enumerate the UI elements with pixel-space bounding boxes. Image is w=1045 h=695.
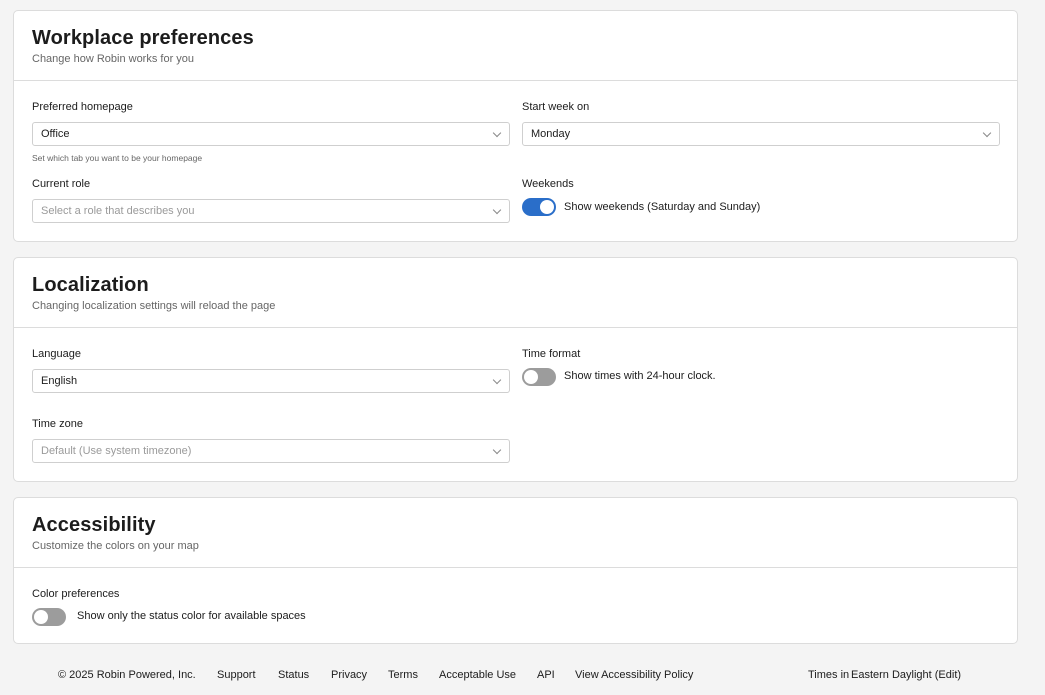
- accessibility-card: Accessibility Customize the colors on yo…: [13, 497, 1018, 644]
- start-week-select[interactable]: Monday: [522, 122, 1000, 146]
- footer-link-terms[interactable]: Terms: [388, 669, 418, 681]
- time-zone-label: Time zone: [32, 418, 83, 430]
- toggle-knob: [34, 610, 48, 624]
- time-format-toggle[interactable]: [522, 368, 556, 386]
- color-preferences-label: Color preferences: [32, 588, 120, 600]
- time-format-toggle-text: Show times with 24-hour clock.: [564, 370, 716, 382]
- weekends-label: Weekends: [522, 178, 574, 190]
- preferred-homepage-label: Preferred homepage: [32, 101, 133, 113]
- card-title: Accessibility: [32, 514, 156, 536]
- language-label: Language: [32, 348, 81, 360]
- homepage-help-text: Set which tab you want to be your homepa…: [32, 153, 203, 163]
- chevron-down-icon: [492, 128, 502, 138]
- preferred-homepage-select[interactable]: Office: [32, 122, 510, 146]
- card-subtitle: Customize the colors on your map: [32, 540, 199, 552]
- current-role-select[interactable]: Select a role that describes you: [32, 199, 510, 223]
- timezone-edit-link[interactable]: Eastern Daylight (Edit): [851, 669, 961, 681]
- copyright-text: © 2025 Robin Powered, Inc.: [58, 669, 196, 681]
- card-header: Localization Changing localization setti…: [14, 258, 1017, 328]
- toggle-knob: [524, 370, 538, 384]
- time-zone-select[interactable]: Default (Use system timezone): [32, 439, 510, 463]
- select-value: English: [41, 375, 78, 387]
- card-subtitle: Change how Robin works for you: [32, 53, 195, 65]
- current-role-label: Current role: [32, 178, 91, 190]
- select-placeholder: Select a role that describes you: [41, 205, 195, 217]
- card-header: Accessibility Customize the colors on yo…: [14, 498, 1017, 568]
- chevron-down-icon: [492, 205, 502, 215]
- time-format-label: Time format: [522, 348, 581, 360]
- color-preferences-toggle[interactable]: [32, 608, 66, 626]
- card-title: Workplace preferences: [32, 27, 254, 49]
- footer-link-support[interactable]: Support: [217, 669, 256, 681]
- color-preferences-toggle-text: Show only the status color for available…: [77, 610, 306, 622]
- footer: © 2025 Robin Powered, Inc. Support Statu…: [58, 669, 978, 685]
- chevron-down-icon: [492, 375, 502, 385]
- select-placeholder: Default (Use system timezone): [41, 445, 192, 457]
- weekends-toggle-text: Show weekends (Saturday and Sunday): [564, 201, 761, 213]
- language-select[interactable]: English: [32, 369, 510, 393]
- chevron-down-icon: [492, 445, 502, 455]
- select-value: Monday: [531, 128, 571, 140]
- times-prefix: Times in: [808, 669, 850, 681]
- card-title: Localization: [32, 274, 149, 296]
- weekends-toggle[interactable]: [522, 198, 556, 216]
- localization-card: Localization Changing localization setti…: [13, 257, 1018, 482]
- card-subtitle: Changing localization settings will relo…: [32, 300, 276, 312]
- chevron-down-icon: [982, 128, 992, 138]
- footer-link-privacy[interactable]: Privacy: [331, 669, 367, 681]
- start-week-label: Start week on: [522, 101, 590, 113]
- card-header: Workplace preferences Change how Robin w…: [14, 11, 1017, 81]
- footer-link-accessibility-policy[interactable]: View Accessibility Policy: [575, 669, 693, 681]
- select-value: Office: [41, 128, 70, 140]
- footer-link-api[interactable]: API: [537, 669, 555, 681]
- workplace-preferences-card: Workplace preferences Change how Robin w…: [13, 10, 1018, 242]
- toggle-knob: [540, 200, 554, 214]
- footer-link-status[interactable]: Status: [278, 669, 309, 681]
- footer-link-acceptable-use[interactable]: Acceptable Use: [439, 669, 516, 681]
